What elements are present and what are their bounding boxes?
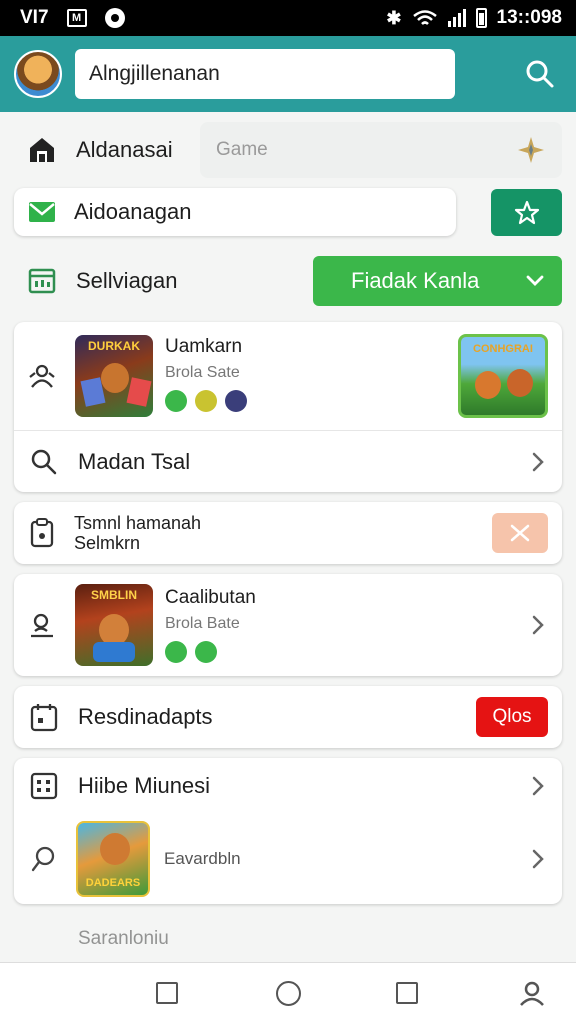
game-search-placeholder: Game <box>216 139 268 160</box>
chevron-right-icon <box>532 615 544 635</box>
recents-nav-icon[interactable] <box>396 982 418 1004</box>
game-card[interactable]: SMBLIN Caalibutan Brola Bate <box>14 574 562 676</box>
battery-icon <box>475 8 487 28</box>
mail-icon <box>24 194 60 230</box>
list-item-label: Eavardbln <box>164 849 241 868</box>
status-bar: VI7 M ✱ 13::098 <box>0 0 576 36</box>
calendar-grid-icon <box>24 263 60 299</box>
notification-line-2: Selmkrn <box>74 533 141 553</box>
reminder-badge-button[interactable]: Qlos <box>476 697 548 737</box>
game-card: DURKAK Uamkarn Brola Sate CONHGRAI Madan… <box>14 322 562 492</box>
search-icon <box>526 60 554 88</box>
game-thumbnail: SMBLIN <box>75 584 153 666</box>
search-icon <box>26 444 62 480</box>
home-row: Aldanasai Game <box>14 122 562 178</box>
gallery-notification-icon: M <box>66 9 87 27</box>
dismiss-button[interactable] <box>492 513 548 553</box>
list-card-header[interactable]: Hiibe Miunesi <box>14 758 562 814</box>
profile-nav-icon[interactable] <box>518 979 546 1007</box>
calendar-icon <box>26 699 62 735</box>
madan-link-row[interactable]: Madan Tsal <box>14 430 562 492</box>
mail-row-label: Aidoanagan <box>74 199 192 224</box>
home-row-label: Aldanasai <box>76 137 173 162</box>
notification-line-1: Tsmnl hamanah <box>74 513 202 533</box>
chevron-right-icon <box>532 849 544 869</box>
android-badge-icon <box>195 641 217 663</box>
apps-grid-icon <box>26 768 62 804</box>
notification-row[interactable]: Tsmnl hamanah Selmkrn <box>14 502 562 564</box>
game-thumbnail: DURKAK <box>75 335 153 417</box>
app-header: Alngjillenanan <box>0 36 576 112</box>
square-nav-icon[interactable] <box>156 982 178 1004</box>
select-row: Sellviagan Fiadak Kanla <box>14 256 562 306</box>
game-item[interactable]: DURKAK Uamkarn Brola Sate CONHGRAI <box>14 322 562 430</box>
avatar[interactable] <box>14 50 62 98</box>
platform-badge-icon <box>165 641 187 663</box>
bottom-nav-bar <box>0 962 576 1024</box>
platform-badge-icon <box>165 390 187 412</box>
select-row-label: Sellviagan <box>76 268 178 293</box>
game-title: Caalibutan <box>165 587 256 608</box>
search-input[interactable]: Alngjillenanan <box>75 49 455 99</box>
favorite-button[interactable] <box>491 189 562 236</box>
house-icon <box>24 132 60 168</box>
chevron-right-icon <box>532 776 544 796</box>
close-icon <box>510 524 530 542</box>
clock: 13::098 <box>496 7 563 28</box>
chevron-down-icon <box>526 275 544 286</box>
search-input-value: Alngjillenanan <box>89 62 220 85</box>
mail-row[interactable]: Aidoanagan <box>14 188 456 236</box>
madan-link-label: Madan Tsal <box>78 448 191 474</box>
moon-badge-icon <box>225 390 247 412</box>
category-dropdown[interactable]: Fiadak Kanla <box>313 256 562 306</box>
star-icon <box>514 200 539 224</box>
user-search-icon <box>24 607 60 643</box>
game-thumbnail: DADEARS <box>76 821 150 897</box>
faded-row-label: Saranloniu <box>78 928 169 949</box>
reminder-badge-label: Qlos <box>492 706 532 727</box>
wifi-icon <box>412 10 437 25</box>
list-item[interactable]: DADEARS Eavardbln <box>14 814 562 904</box>
chevron-right-icon <box>532 452 544 471</box>
search-icon <box>26 841 62 877</box>
home-nav-icon[interactable] <box>276 981 301 1006</box>
clipboard-lock-icon <box>24 515 60 551</box>
reminder-row-label: Resdinadapts <box>78 704 213 729</box>
game-search-field[interactable]: Game <box>200 122 562 178</box>
sparkle-icon[interactable] <box>516 135 546 165</box>
game-subtitle: Brola Sate <box>165 364 240 381</box>
faded-row: Saranloniu <box>14 924 562 954</box>
reminder-row[interactable]: Resdinadapts Qlos <box>14 686 562 748</box>
cell-signal-icon <box>447 9 466 27</box>
carrier-label: VI7 <box>20 7 49 28</box>
category-dropdown-value: Fiadak Kanla <box>351 268 480 293</box>
team-icon <box>24 358 60 394</box>
bluetooth-icon: ✱ <box>386 7 402 28</box>
app-notification-icon <box>104 8 125 28</box>
game-subtitle: Brola Bate <box>165 615 240 632</box>
list-card-label: Hiibe Miunesi <box>78 773 211 798</box>
search-button[interactable] <box>518 52 562 96</box>
list-card: Hiibe Miunesi DADEARS Eavardbln <box>14 758 562 904</box>
promo-game-image[interactable]: CONHGRAI <box>458 334 548 418</box>
coin-badge-icon <box>195 390 217 412</box>
game-title: Uamkarn <box>165 336 243 357</box>
